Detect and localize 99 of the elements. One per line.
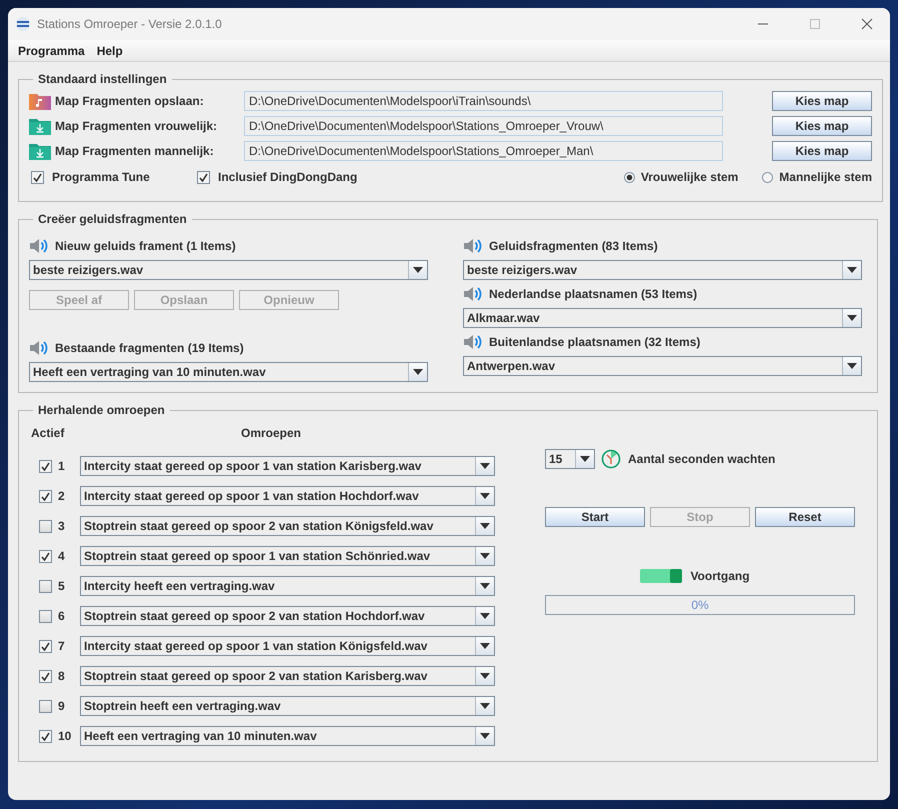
close-icon[interactable] [861, 18, 873, 30]
seconds-dropdown[interactable]: 15 [545, 449, 595, 469]
caret-icon [480, 643, 490, 649]
dropdown[interactable]: Intercity staat gereed op spoor 1 van station Karisberg.wav [80, 456, 495, 476]
caret-icon [580, 456, 590, 462]
dropdown[interactable]: Antwerpen.wav [463, 356, 862, 376]
caret-icon [847, 267, 857, 273]
speaker-icon [29, 237, 49, 255]
field-label: Nieuw geluids frament (1 Items) [55, 239, 236, 253]
checkbox-label: Inclusief DingDongDang [218, 170, 358, 184]
dropdown[interactable]: Alkmaar.wav [463, 308, 862, 328]
row-number: 6 [57, 609, 66, 623]
field-label: Buitenlandse plaatsnamen (32 Items) [489, 335, 700, 349]
menu-item[interactable]: Programma [12, 44, 91, 58]
checkbox[interactable] [39, 580, 52, 592]
row-number: 10 [57, 729, 72, 743]
folder-label: Map Fragmenten vrouwelijk: [55, 118, 218, 132]
checkbox[interactable] [31, 170, 44, 184]
dropdown[interactable]: Stoptrein heeft een vertraging.wav [80, 696, 495, 716]
checkbox[interactable] [39, 730, 52, 742]
path-field[interactable]: D:\OneDrive\Documenten\Modelspoor\Stations_Omroeper_Man\ [244, 140, 723, 160]
dropdown[interactable]: Heeft een vertraging van 10 minuten.wav [80, 726, 495, 746]
caret-icon [480, 463, 490, 469]
speaker-icon [463, 285, 483, 303]
download-folder-icon [29, 142, 51, 160]
caret-icon [413, 369, 423, 375]
checkbox[interactable] [39, 460, 52, 472]
checkbox[interactable] [39, 490, 52, 502]
dropdown[interactable]: Intercity heeft een vertraging.wav [80, 576, 495, 596]
speaker-icon [29, 339, 49, 357]
field-label: Nederlandse plaatsnamen (53 Items) [489, 287, 698, 301]
clock-icon [601, 449, 621, 469]
dropdown[interactable]: Intercity staat gereed op spoor 1 van station Königsfeld.wav [80, 636, 495, 656]
row-number: 4 [57, 549, 66, 563]
dropdown[interactable]: Stoptrein staat gereed op spoor 2 van station Hochdorf.wav [80, 606, 495, 626]
row-number: 3 [57, 519, 66, 533]
checkbox[interactable] [39, 670, 52, 682]
speaker-icon [463, 237, 483, 255]
download-folder-icon [29, 116, 51, 134]
caret-icon [413, 267, 423, 273]
menu-item[interactable]: Help [90, 44, 129, 58]
control-button[interactable]: Start [545, 507, 645, 527]
dropdown[interactable]: Intercity staat gereed op spoor 1 van station Hochdorf.wav [80, 486, 495, 506]
music-folder-icon [29, 92, 51, 110]
checkbox[interactable] [39, 610, 52, 622]
row-number: 2 [57, 489, 66, 503]
choose-folder-button[interactable]: Kies map [772, 116, 872, 136]
progress-reading: 0% [690, 598, 710, 612]
checkbox[interactable] [39, 550, 52, 562]
dropdown[interactable]: Stoptrein staat gereed op spoor 2 van station Königsfeld.wav [80, 516, 495, 536]
caret-icon [480, 703, 490, 709]
column-header: Omroepen [241, 426, 302, 440]
dropdown[interactable]: beste reizigers.wav [29, 260, 428, 280]
section-title: Creëer geluidsfragmenten [37, 212, 188, 226]
caret-icon [480, 613, 490, 619]
window-title: Stations Omroeper - Versie 2.0.1.0 [37, 17, 222, 31]
caret-icon [847, 363, 857, 369]
checkbox[interactable] [39, 520, 52, 532]
dropdown[interactable]: Heeft een vertraging van 10 minuten.wav [29, 362, 428, 382]
checkbox[interactable] [39, 700, 52, 712]
dropdown[interactable]: Stoptrein staat gereed op spoor 1 van station Schönried.wav [80, 546, 495, 566]
caret-icon [847, 315, 857, 321]
checkbox[interactable] [197, 170, 210, 184]
section-title: Herhalende omroepen [37, 403, 166, 417]
control-button[interactable]: Reset [755, 507, 855, 527]
field-label: Bestaande fragmenten (19 Items) [55, 341, 244, 355]
caret-icon [480, 583, 490, 589]
dropdown[interactable]: beste reizigers.wav [463, 260, 862, 280]
path-field[interactable]: D:\OneDrive\Documenten\Modelspoor\iTrain\sounds\ [244, 90, 723, 110]
row-number: 7 [57, 639, 66, 653]
row-number: 8 [57, 669, 66, 683]
progress-label: Voortgang [690, 569, 750, 583]
caret-icon [480, 523, 490, 529]
section-title: Standaard instellingen [37, 72, 168, 86]
folder-label: Map Fragmenten mannelijk: [55, 144, 215, 158]
caret-icon [480, 553, 490, 559]
app-logo-icon [15, 16, 31, 32]
column-header: Actief [30, 426, 66, 440]
caret-icon [480, 733, 490, 739]
radio-button[interactable] [762, 172, 774, 182]
seconds-label: Aantal seconden wachten [628, 452, 776, 466]
row-number: 1 [57, 459, 66, 473]
choose-folder-button[interactable]: Kies map [772, 140, 872, 160]
checkbox-label: Programma Tune [52, 170, 151, 184]
radio-button[interactable] [624, 172, 635, 182]
choose-folder-button[interactable]: Kies map [772, 90, 872, 110]
radio-label: Mannelijke stem [779, 170, 872, 184]
folder-label: Map Fragmenten opslaan: [55, 94, 205, 108]
speaker-icon [463, 333, 483, 351]
caret-icon [480, 673, 490, 679]
dropdown[interactable]: Stoptrein staat gereed op spoor 2 van station Karisberg.wav [80, 666, 495, 686]
checkbox[interactable] [39, 640, 52, 652]
row-number: 9 [57, 699, 66, 713]
caret-icon [480, 493, 490, 499]
radio-label: Vrouwelijke stem [640, 170, 738, 184]
path-field[interactable]: D:\OneDrive\Documenten\Modelspoor\Stations_Omroeper_Vrouw\ [244, 116, 723, 136]
progress-icon [640, 569, 682, 583]
field-label: Geluidsfragmenten (83 Items) [489, 239, 658, 253]
row-number: 5 [57, 579, 66, 593]
